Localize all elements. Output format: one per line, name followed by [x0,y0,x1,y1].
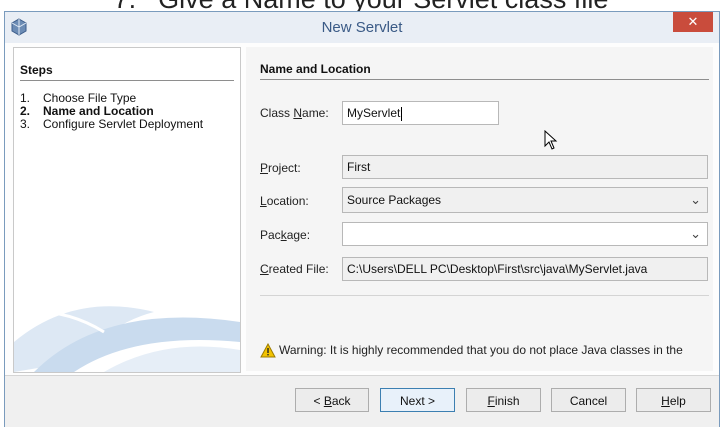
warning-divider [260,295,709,296]
location-dropdown[interactable]: Source Packages ⌄ [342,187,708,213]
label-mnemonic: N [293,106,303,120]
help-button[interactable]: Help [636,388,711,412]
button-label-part: inish [494,394,520,408]
new-servlet-dialog: New Servlet ✕ Steps 1. Choose File Type 2… [4,11,720,427]
mouse-cursor-icon [544,130,558,150]
step-label: Configure Servlet Deployment [43,117,204,131]
location-label: Location: [260,194,309,208]
button-label-part: ack [331,394,351,408]
class-name-label: Class Name: [260,106,329,120]
step-item-configure-servlet-deployment: 3. Configure Servlet Deployment [20,118,203,131]
button-mnemonic: H [661,394,670,408]
close-button[interactable]: ✕ [673,12,713,32]
project-field: First [342,155,708,179]
label-mnemonic: L [260,194,267,208]
class-name-value: MyServlet [347,106,401,120]
step-label: Choose File Type [43,91,137,105]
created-file-value: C:\Users\DELL PC\Desktop\First\src\java\… [347,262,648,276]
steps-panel: Steps 1. Choose File Type 2. Name and Loca… [13,47,241,373]
label-part: Class [260,106,294,120]
package-label: Package: [260,228,310,242]
panel-divider [260,79,709,80]
button-mnemonic: F [487,394,495,408]
next-button[interactable]: Next > [380,388,455,412]
warning-message: Warning: It is highly recommended that y… [260,343,683,358]
warning-text: Warning: It is highly recommended that y… [279,343,683,357]
button-label: Next > [399,394,435,408]
button-label: Cancel [569,394,608,408]
text-caret [401,106,403,121]
button-label-part: < [313,394,324,408]
label-mnemonic: C [260,262,269,276]
step-number: 3. [20,117,31,131]
label-mnemonic: P [260,161,269,175]
class-name-input[interactable]: MyServlet [342,101,499,125]
decorative-swoosh-graphic [14,306,240,372]
button-label-part: elp [669,394,686,408]
project-value: First [347,160,371,174]
label-part: ame: [302,106,329,120]
close-icon: ✕ [687,14,699,29]
finish-button[interactable]: Finish [466,388,541,412]
back-button[interactable]: < Back [295,388,369,412]
panel-title: Name and Location [260,62,371,76]
created-file-field: C:\Users\DELL PC\Desktop\First\src\java\… [342,257,708,281]
label-part: reated File: [268,262,329,276]
created-file-label: Created File: [260,262,329,276]
window-title: New Servlet [321,19,403,36]
chevron-down-icon: ⌄ [690,226,701,241]
label-part: age: [286,228,311,242]
button-mnemonic: B [323,394,332,408]
cancel-button[interactable]: Cancel [551,388,626,412]
project-label: Project: [260,161,301,175]
label-part: roject: [268,161,301,175]
title-bar[interactable]: New Servlet ✕ [5,12,719,43]
steps-list: 1. Choose File Type 2. Name and Location 3… [20,92,203,131]
name-and-location-panel: Name and Location Class Name: MyServlet … [246,47,713,371]
step-label: Name and Location [43,104,154,118]
package-dropdown[interactable]: ⌄ [342,222,708,246]
warning-icon [260,343,276,358]
steps-divider [20,80,234,81]
label-part: Pac [260,228,281,242]
chevron-down-icon: ⌄ [690,192,701,207]
location-value: Source Packages [347,193,442,207]
label-part: ocation: [266,194,309,208]
steps-title: Steps [20,63,53,77]
button-bar: < Back Next > Finish Cancel Help [5,375,719,427]
